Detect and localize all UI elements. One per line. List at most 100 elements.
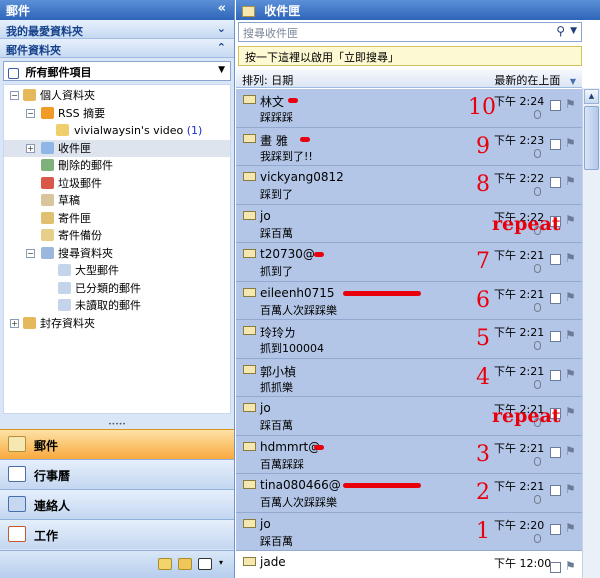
enable-instant-search-bar[interactable]: 按一下這裡以啟用「立即搜尋」 — [238, 46, 582, 66]
message-date: 下午 2:23 — [494, 133, 545, 147]
category-checkbox[interactable] — [550, 562, 561, 573]
category-checkbox[interactable] — [550, 523, 561, 535]
shortcuts-icon[interactable] — [198, 558, 212, 570]
envelope-icon — [243, 287, 256, 297]
message-row[interactable]: 林文 踩踩踩 下午 2:24 ⚑ 10 — [236, 89, 582, 128]
expander-icon[interactable]: − — [10, 91, 19, 100]
category-checkbox[interactable] — [550, 369, 561, 381]
tree-label: 草稿 — [58, 194, 80, 207]
category-checkbox[interactable] — [550, 292, 561, 304]
tree-node-archive[interactable]: + 封存資料夾 — [4, 315, 230, 333]
tree-node-sent[interactable]: 寄件備份 — [4, 227, 230, 245]
tree-node-personal[interactable]: − 個人資料夾 — [4, 87, 230, 105]
dropdown-arrow-icon[interactable]: ▼ — [218, 65, 225, 75]
vertical-scrollbar[interactable]: ▲ — [582, 88, 600, 578]
message-row[interactable]: t20730@ 抓到了 下午 2:21 ⚑ 7 — [236, 243, 582, 282]
message-row[interactable]: jo 踩百萬 下午 2:21 ⚑ repeat — [236, 397, 582, 436]
message-row[interactable]: 郭小楨 抓抓樂 下午 2:21 ⚑ 4 — [236, 358, 582, 397]
nav-button-label: 行事曆 — [34, 469, 71, 483]
tree-node-large-mail[interactable]: 大型郵件 — [4, 262, 230, 280]
flag-icon[interactable]: ⚑ — [565, 290, 576, 304]
flag-icon[interactable]: ⚑ — [565, 367, 576, 381]
mail-folders-section-header[interactable]: 郵件資料夾 ⌃ — [0, 39, 234, 58]
expander-icon[interactable]: − — [26, 108, 35, 118]
tree-node-rss[interactable]: − RSS 摘要 — [4, 105, 230, 123]
category-checkbox[interactable] — [550, 446, 561, 458]
annotation-number: 3 — [476, 441, 490, 467]
category-checkbox[interactable] — [550, 100, 561, 111]
flag-icon[interactable]: ⚑ — [565, 136, 576, 150]
tree-label: 封存資料夾 — [40, 316, 95, 330]
message-date: 下午 2:21 — [494, 249, 545, 262]
collapse-nav-icon[interactable]: « — [218, 1, 226, 16]
search-options-chevron-icon[interactable]: ▼ — [570, 26, 577, 36]
category-checkbox[interactable] — [550, 331, 561, 342]
drafts-icon — [41, 194, 54, 206]
flag-icon[interactable]: ⚑ — [565, 174, 576, 188]
expander-icon[interactable]: + — [10, 318, 19, 328]
tree-node-drafts[interactable]: 草稿 — [4, 192, 230, 210]
tree-node-categorized[interactable]: 已分類的郵件 — [4, 280, 230, 298]
flag-icon[interactable]: ⚑ — [565, 251, 576, 265]
message-row[interactable]: tina080466@ 百萬人次踩踩樂 下午 2:21 ⚑ 2 — [236, 474, 582, 513]
tree-node-video-feed[interactable]: vivialwaysin's video (1) — [4, 122, 230, 140]
inbox-icon — [41, 141, 54, 154]
search-folder-icon — [58, 299, 71, 311]
arrange-by-label[interactable]: 排列: 日期 — [242, 74, 293, 87]
message-row[interactable]: vickyang0812 踩到了 下午 2:22 ⚑ 8 — [236, 166, 582, 205]
chevron-down-icon[interactable]: ⌄ — [217, 22, 226, 35]
nav-button-label: 工作 — [34, 529, 59, 543]
folder-filter-dropdown[interactable]: 所有郵件項目 ▼ — [3, 61, 231, 81]
attachment-icon — [534, 302, 541, 312]
message-row[interactable]: eileenh0715 百萬人次踩踩樂 下午 2:21 ⚑ 6 — [236, 281, 582, 320]
message-row[interactable]: 畫 雅我踩到了!! 下午 2:23 ⚑ 9 — [236, 127, 582, 166]
message-row[interactable]: jo 踩百萬 下午 2:22 ⚑ repeat — [236, 204, 582, 243]
flag-icon[interactable]: ⚑ — [565, 444, 576, 458]
envelope-icon — [243, 133, 256, 143]
category-checkbox[interactable] — [550, 254, 561, 265]
favorites-section-header[interactable]: 我的最愛資料夾 ⌄ — [0, 20, 234, 39]
flag-icon[interactable]: ⚑ — [565, 559, 576, 573]
configure-buttons-icon[interactable]: ▾ — [219, 558, 223, 567]
flag-icon[interactable]: ⚑ — [565, 97, 576, 111]
message-row[interactable]: 玲玲ㄌ 抓到100004 下午 2:21 ⚑ 5 — [236, 320, 582, 359]
folder-list-icon[interactable] — [178, 558, 192, 570]
nav-button-contacts[interactable]: 連絡人 — [0, 489, 234, 519]
scroll-up-icon[interactable]: ▲ — [584, 89, 599, 104]
nav-button-mail[interactable]: 郵件 — [0, 429, 234, 459]
flag-icon[interactable]: ⚑ — [565, 405, 576, 419]
expander-icon[interactable]: − — [26, 248, 35, 258]
tree-node-inbox[interactable]: + 收件匣 — [4, 139, 230, 157]
flag-icon[interactable]: ⚑ — [565, 328, 576, 342]
sort-header[interactable]: 排列: 日期 最新的在上面 ▼ — [236, 70, 582, 88]
sort-order-toggle[interactable]: 最新的在上面 ▼ — [494, 72, 576, 88]
flag-icon[interactable]: ⚑ — [565, 213, 576, 227]
category-checkbox[interactable] — [550, 485, 561, 496]
scroll-thumb[interactable] — [584, 106, 599, 170]
expander-icon[interactable]: + — [26, 143, 35, 153]
chevron-up-icon[interactable]: ⌃ — [217, 41, 226, 54]
nav-button-tasks[interactable]: 工作 — [0, 519, 234, 549]
message-row[interactable]: jo 踩百萬 下午 2:20 ⚑ 1 — [236, 512, 582, 551]
tree-node-unread[interactable]: 未讀取的郵件 — [4, 297, 230, 315]
inbox-title-bar: 收件匣 — [236, 0, 600, 20]
flag-icon[interactable]: ⚑ — [565, 521, 576, 535]
message-row[interactable]: jade 下午 12:00 ⚑ — [236, 551, 582, 578]
nav-button-calendar[interactable]: 行事曆 — [0, 459, 234, 489]
notes-icon[interactable] — [158, 558, 172, 570]
message-row[interactable]: hdmmrt@ 百萬踩踩 下午 2:21 ⚑ 3 — [236, 435, 582, 474]
attachment-icon — [534, 495, 541, 504]
tree-node-junk[interactable]: 垃圾郵件 — [4, 175, 230, 193]
redaction-mark — [314, 444, 325, 450]
search-icon[interactable]: ⚲ — [556, 24, 565, 38]
tree-node-outbox[interactable]: 寄件匣 — [4, 210, 230, 228]
tree-label: 大型郵件 — [75, 264, 119, 277]
tree-node-deleted[interactable]: 刪除的郵件 — [4, 157, 230, 175]
annotation-number: 8 — [476, 172, 490, 197]
instant-search-input[interactable]: 搜尋收件匣 ⚲ ▼ — [238, 22, 582, 42]
tree-node-search-folders[interactable]: − 搜尋資料夾 — [4, 245, 230, 263]
flag-icon[interactable]: ⚑ — [565, 482, 576, 496]
category-checkbox[interactable] — [550, 138, 561, 150]
category-checkbox[interactable] — [550, 177, 561, 188]
message-sender: jo — [260, 208, 271, 223]
